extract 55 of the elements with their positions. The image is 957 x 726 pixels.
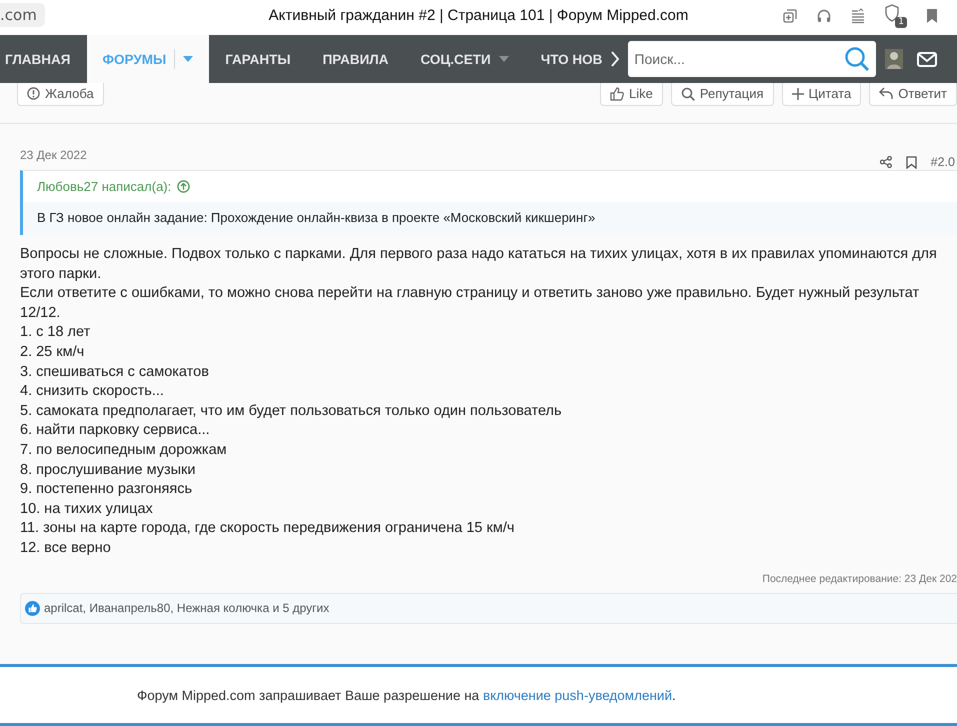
nav-tab[interactable]: ГАРАНТЫ — [209, 35, 307, 83]
search-button[interactable] — [842, 41, 876, 77]
post-action-button[interactable]: Репутация — [670, 83, 774, 106]
caret-icon[interactable] — [498, 56, 509, 62]
page-title: Активный гражданин #2 | Страница 101 | Форум Mipped.com — [268, 7, 688, 24]
post-date: 23 Дек 2022 — [20, 148, 87, 164]
caret-icon[interactable] — [183, 56, 194, 62]
edit-note: Последнее редактирование: 23 Дек 202 — [762, 572, 957, 584]
avatar-icon[interactable] — [885, 49, 904, 69]
mail-icon[interactable] — [917, 52, 938, 66]
message-line: 10. на тихих улицах — [20, 500, 154, 519]
message-line: Если ответите с ошибками, то можно снова перейти на главную страницу и ответить заново уже правильно. Будет нужный результат 12/12. — [20, 284, 920, 323]
message-line: 8. прослушивание музыки — [20, 460, 196, 480]
message-line: 9. постепенно разгоняясь — [20, 480, 194, 500]
notice-text: Форум Mipped.com запрашивает Ваше разрешение на включение push-уведомлений. — [137, 688, 676, 702]
message-line: 1. с 18 лет — [20, 323, 92, 342]
bookmark-icon[interactable] — [906, 156, 917, 168]
reader-icon[interactable] — [850, 8, 866, 24]
like-icon — [25, 600, 40, 616]
address-field[interactable]: .com — [0, 2, 45, 26]
post-action-button[interactable]: Ответит — [869, 83, 957, 106]
reply-icon — [879, 87, 894, 100]
headphones-icon[interactable] — [816, 8, 832, 24]
message-line: 3. спешиваться с самокатов — [20, 362, 210, 382]
chevron-right-icon[interactable] — [610, 50, 620, 68]
quote-text: В ГЗ новое онлайн задание: Прохождение онлайн-квиза в проекте «Московский кикшеринг» — [37, 210, 596, 225]
message-line: 11. зоны на карте города, где скорость передвижения ограничена 15 км/ч — [20, 519, 516, 538]
nav-tab[interactable]: ЧТО НОВ — [524, 35, 618, 83]
message-line: 5. самоката предполагает, что им будет пользоваться только один пользователь — [20, 402, 563, 421]
message-line: 12. все верно — [20, 538, 112, 558]
report-button[interactable]: Жалоба — [17, 83, 104, 106]
message-line: 4. снизить скорость... — [20, 382, 165, 402]
post-action-button[interactable]: Цитата — [782, 83, 862, 106]
message-line: Вопросы не сложные. Подвох только с парками. Для первого раза надо кататься на тихих улицах, хотя в их правилах упоминаются для этого парки. — [20, 245, 938, 284]
nav-tab[interactable]: ГЛАВНАЯ — [0, 35, 86, 83]
message-line: 7. по велосипедным дорожкам — [20, 440, 228, 460]
share-icon[interactable] — [880, 156, 892, 168]
alert-icon — [27, 87, 40, 100]
nav-tab[interactable]: СОЦ.СЕТИ — [404, 35, 525, 83]
post-action-button[interactable]: Like — [600, 83, 663, 106]
nav-tab[interactable]: ПРАВИЛА — [306, 35, 405, 83]
count-badge: 1 — [895, 16, 907, 28]
push-link[interactable]: включение push-уведомлений — [482, 688, 672, 702]
search-field[interactable]: Поиск... — [628, 41, 842, 77]
extensions-icon[interactable] — [782, 8, 798, 24]
post-number[interactable]: #2.0 — [930, 155, 955, 169]
bookmark-icon[interactable] — [925, 8, 939, 24]
likes-text[interactable]: aprilcat, Иванапрель80, Нежная колючка и 5 других — [44, 601, 330, 615]
plus-icon — [792, 88, 804, 100]
thumbs-up-icon — [610, 86, 624, 100]
message-line: 2. 25 км/ч — [20, 342, 86, 362]
quote-author[interactable]: Любовь27 написал(а): — [37, 179, 172, 194]
message-line: 6. найти парковку сервиса... — [20, 421, 211, 440]
arrow-up-icon[interactable] — [177, 180, 190, 193]
search-icon — [680, 86, 695, 100]
